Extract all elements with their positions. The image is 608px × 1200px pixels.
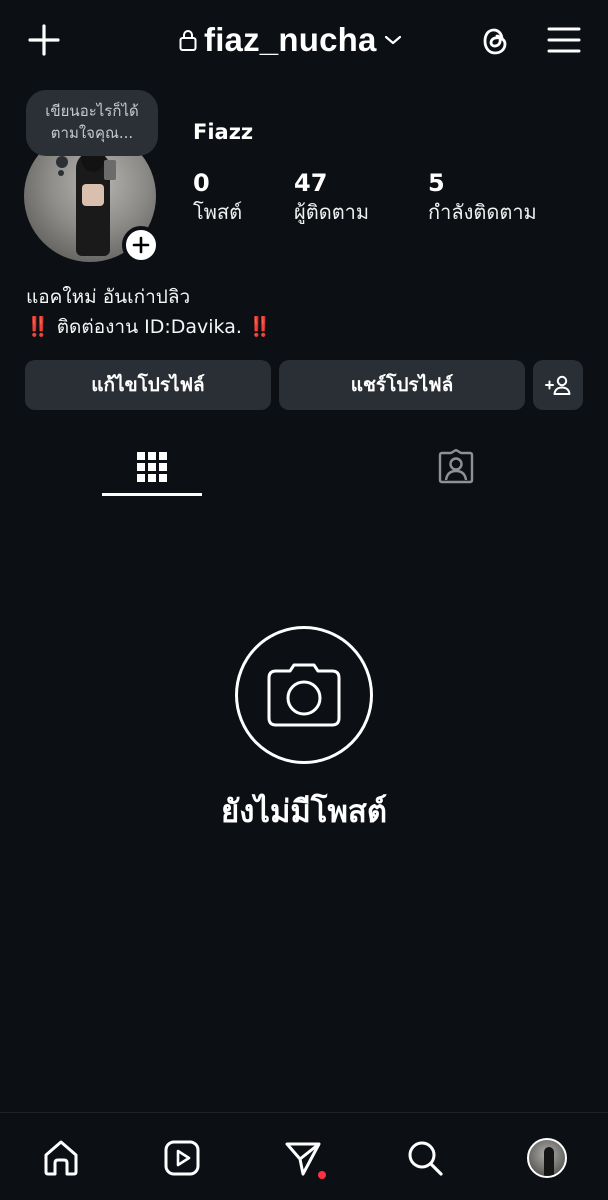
posts-label: โพสต์	[193, 200, 243, 224]
posts-stat[interactable]: 0 โพสต์	[193, 168, 242, 226]
empty-state-title: ยังไม่มีโพสต์	[221, 794, 387, 830]
add-person-icon	[545, 375, 571, 395]
avatar-figure	[544, 1147, 554, 1176]
share-profile-button[interactable]: แชร์โปรไฟล์	[279, 360, 525, 410]
note-text-line1: เขียนอะไรก็ได้	[45, 102, 139, 120]
note-tail-dot-small	[58, 170, 64, 176]
double-exclamation-icon: ‼️	[26, 316, 50, 338]
threads-icon	[483, 28, 507, 55]
lock-icon	[179, 30, 197, 51]
bio-line-1: แอคใหม่ อันเก่าปลิว	[26, 286, 191, 308]
note-text-line2: ตามใจคุณ...	[50, 124, 134, 142]
nav-home[interactable]	[34, 1131, 88, 1185]
discover-people-button[interactable]	[533, 360, 583, 410]
avatar-phone	[104, 160, 116, 180]
hamburger-menu-icon	[547, 27, 581, 53]
username-title: fiaz_nucha	[204, 21, 377, 58]
search-icon	[408, 1141, 443, 1176]
bio-line-2: ‼️ ติดต่องาน ID:Davika. ‼️	[26, 312, 272, 342]
followers-count: 47	[294, 169, 328, 197]
empty-state-camera	[235, 626, 373, 764]
tab-posts-grid[interactable]	[102, 438, 202, 496]
create-button[interactable]	[20, 18, 68, 62]
plus-icon	[28, 24, 60, 56]
edit-profile-button[interactable]: แก้ไขโปรไฟล์	[25, 360, 271, 410]
following-stat[interactable]: 5 กำลังติดตาม	[428, 168, 537, 226]
active-tab-indicator	[102, 493, 202, 496]
avatar-skin	[82, 184, 104, 206]
display-name: Fiazz	[193, 120, 254, 144]
add-story-button[interactable]	[122, 226, 160, 264]
chevron-down-icon	[384, 35, 401, 45]
plus-icon	[132, 236, 150, 254]
top-bar: fiaz_nucha	[0, 0, 608, 80]
menu-button[interactable]	[540, 18, 588, 62]
notification-dot	[318, 1171, 326, 1179]
reels-icon	[164, 1140, 200, 1176]
double-exclamation-icon: ‼️	[247, 316, 272, 338]
following-count: 5	[428, 169, 445, 197]
following-label: กำลังติดตาม	[428, 200, 537, 224]
threads-button[interactable]	[472, 18, 518, 64]
account-switcher[interactable]: fiaz_nucha	[178, 18, 403, 62]
bio-contact-text: ติดต่องาน ID:Davika.	[56, 316, 242, 338]
nav-reels[interactable]	[155, 1131, 209, 1185]
nav-direct[interactable]	[276, 1131, 330, 1185]
direct-send-icon	[285, 1142, 321, 1176]
bio: แอคใหม่ อันเก่าปลิว ‼️ ติดต่องาน ID:Davi…	[26, 282, 272, 342]
profile-avatar-small	[527, 1138, 567, 1178]
nav-profile[interactable]	[520, 1131, 574, 1185]
tagged-person-icon	[438, 449, 474, 484]
grid-icon	[137, 452, 167, 482]
followers-label: ผู้ติดตาม	[294, 200, 370, 224]
note-bubble[interactable]: เขียนอะไรก็ได้ ตามใจคุณ...	[26, 90, 158, 156]
bottom-nav	[0, 1112, 608, 1200]
nav-search[interactable]	[398, 1131, 452, 1185]
note-tail-dot	[56, 156, 68, 168]
camera-icon	[267, 663, 341, 727]
followers-stat[interactable]: 47 ผู้ติดตาม	[294, 168, 369, 226]
posts-count: 0	[193, 169, 210, 197]
profile-page: fiaz_nucha เขียนอะไรก็ได้ ตามใจคุณ... Fi…	[0, 0, 608, 1200]
home-icon	[44, 1140, 78, 1176]
tab-tagged[interactable]	[406, 438, 506, 496]
